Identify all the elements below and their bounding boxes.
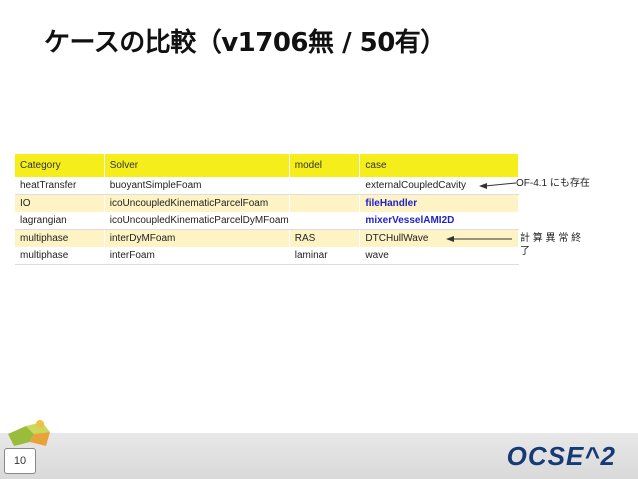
note-abnormal-termination-line1: 計 算 異 常 終: [520, 233, 582, 245]
page-number: 10: [4, 448, 36, 474]
note-exists-in-of41: OF-4.1 にも存在: [516, 178, 590, 190]
arrow-to-dtc-hull-wave: [446, 236, 512, 242]
brand-logo: OCSE^2: [506, 441, 616, 471]
note-abnormal-termination-line2: 了: [520, 246, 530, 258]
arrow-to-external-coupled-cavity: [479, 182, 517, 189]
